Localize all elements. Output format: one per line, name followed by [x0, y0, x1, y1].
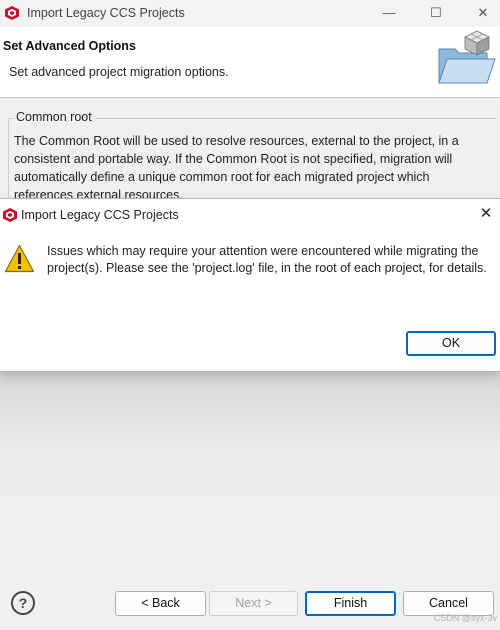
close-button[interactable]: ✕	[473, 4, 493, 22]
dialog-message: Issues which may require your attention …	[47, 244, 487, 275]
warning-icon	[4, 244, 35, 273]
minimize-button[interactable]: —	[379, 4, 399, 22]
help-icon[interactable]: ?	[11, 591, 35, 615]
page-description: Set advanced project migration options.	[9, 65, 229, 79]
common-root-legend: Common root	[14, 110, 94, 124]
back-button[interactable]: < Back	[115, 591, 206, 616]
window-title: Import Legacy CCS Projects	[27, 6, 185, 20]
background-shade	[0, 370, 500, 590]
folder-wizard-icon	[438, 30, 496, 84]
common-root-description: The Common Root will be used to resolve …	[14, 134, 459, 202]
page-title: Set Advanced Options	[3, 39, 136, 53]
ok-button[interactable]: OK	[406, 331, 496, 356]
finish-button[interactable]: Finish	[305, 591, 396, 616]
dialog-title: Import Legacy CCS Projects	[21, 208, 179, 222]
maximize-button[interactable]: ☐	[426, 4, 446, 22]
wizard-banner: Set Advanced Options Set advanced projec…	[0, 27, 500, 98]
app-logo-icon	[5, 6, 19, 20]
dialog-close-button[interactable]: ✕	[476, 204, 496, 224]
app-logo-icon	[3, 208, 17, 222]
watermark: CSDN @syx-3v	[433, 613, 497, 623]
next-button[interactable]: Next >	[209, 591, 298, 616]
title-bar: Import Legacy CCS Projects — ☐ ✕	[0, 0, 500, 27]
warning-dialog: Import Legacy CCS Projects ✕ Issues whic…	[0, 198, 500, 372]
